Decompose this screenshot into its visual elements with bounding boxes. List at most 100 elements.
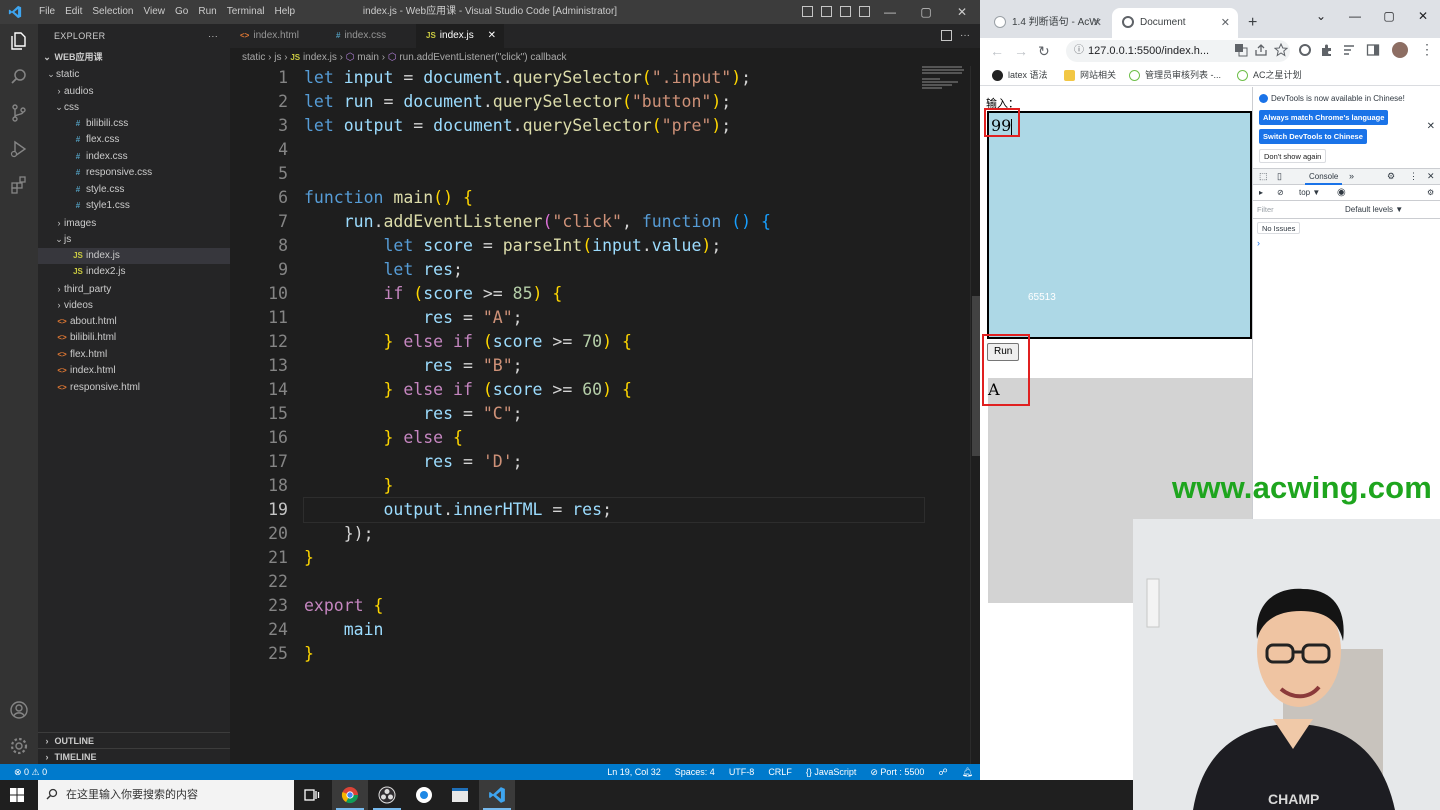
extensions-puzzle-icon[interactable] bbox=[1320, 43, 1334, 57]
more-tabs-icon[interactable]: » bbox=[1349, 171, 1354, 181]
switch-to-chinese-button[interactable]: Switch DevTools to Chinese bbox=[1259, 129, 1367, 144]
close-devtools-icon[interactable]: ✕ bbox=[1427, 171, 1435, 182]
tree-item[interactable]: › images bbox=[38, 215, 230, 232]
settings-gear-icon[interactable] bbox=[8, 735, 30, 757]
problems-indicator[interactable]: ⊗ 0 ⚠ 0 bbox=[14, 764, 47, 780]
toggle-panel-icon[interactable] bbox=[821, 6, 832, 17]
toggle-sidebar-icon[interactable] bbox=[802, 6, 813, 17]
breadcrumb-item[interactable]: static bbox=[242, 52, 265, 63]
menu-view[interactable]: View bbox=[139, 0, 171, 24]
windows-start-icon[interactable] bbox=[10, 788, 24, 802]
vscode-taskbar-icon[interactable] bbox=[479, 780, 515, 810]
log-levels-dropdown[interactable]: Default levels ▼ bbox=[1345, 201, 1403, 219]
minimize-icon[interactable]: — bbox=[872, 0, 908, 24]
tab-console[interactable]: Console bbox=[1305, 169, 1343, 185]
search-icon[interactable] bbox=[8, 66, 30, 88]
tab-index-css[interactable]: # index.css bbox=[326, 24, 416, 48]
app-taskbar-icon[interactable] bbox=[406, 780, 442, 810]
share-icon[interactable] bbox=[1254, 43, 1268, 57]
encoding[interactable]: UTF-8 bbox=[722, 764, 762, 780]
tree-item[interactable]: › third_party bbox=[38, 281, 230, 298]
dont-show-again-button[interactable]: Don't show again bbox=[1259, 149, 1327, 163]
site-info-icon[interactable]: ⓘ bbox=[1074, 40, 1084, 62]
tree-item[interactable]: <> responsive.html bbox=[38, 380, 230, 397]
issues-button[interactable]: No Issues bbox=[1257, 222, 1301, 234]
editor-scrollbar[interactable] bbox=[970, 66, 980, 764]
live-expression-eye-icon[interactable]: ◉ bbox=[1337, 185, 1346, 201]
close-tab-icon[interactable]: ✕ bbox=[1221, 8, 1230, 38]
explorer-icon[interactable] bbox=[8, 30, 30, 52]
live-server-port[interactable]: ⊘ Port : 5500 bbox=[863, 764, 931, 780]
score-textarea[interactable]: 99 bbox=[987, 111, 1252, 339]
tree-item[interactable]: <> index.html bbox=[38, 363, 230, 380]
menu-run[interactable]: Run bbox=[193, 0, 221, 24]
breadcrumb-item[interactable]: run.addEventListener("click") callback bbox=[399, 52, 566, 63]
clear-console-icon[interactable]: ⊘ bbox=[1277, 185, 1284, 201]
bookmark-item[interactable]: latex 语法 bbox=[992, 68, 1048, 82]
outline-section[interactable]: › OUTLINE bbox=[38, 732, 230, 748]
tree-item[interactable]: # bilibili.css bbox=[38, 116, 230, 133]
tree-item[interactable]: # responsive.css bbox=[38, 165, 230, 182]
menu-help[interactable]: Help bbox=[270, 0, 301, 24]
code-editor[interactable]: 1 2 3 4 5 6 7 8 9 10 11 12 13 14 15 16 17 18 19 20 21 22 23 24 2… bbox=[230, 66, 980, 764]
close-icon[interactable]: ✕ bbox=[1406, 0, 1440, 32]
browser-tab-acwing[interactable]: 1.4 判断语句 - AcW ✕ bbox=[984, 8, 1110, 38]
more-actions-icon[interactable]: ··· bbox=[960, 24, 970, 48]
tab-index-js[interactable]: JS index.js ✕ bbox=[416, 24, 504, 48]
more-actions-icon[interactable]: ··· bbox=[208, 24, 218, 48]
always-match-language-button[interactable]: Always match Chrome's language bbox=[1259, 110, 1389, 125]
source-control-icon[interactable] bbox=[8, 102, 30, 124]
tree-item[interactable]: › audios bbox=[38, 83, 230, 100]
tree-item[interactable]: JS index.js bbox=[38, 247, 230, 264]
close-tab-icon[interactable]: ✕ bbox=[1093, 8, 1102, 38]
chrome-menu-icon[interactable]: ⋮ bbox=[1420, 41, 1434, 58]
run-debug-icon[interactable] bbox=[8, 138, 30, 160]
tree-item[interactable]: ⌄js bbox=[38, 231, 230, 248]
notifications-bell-icon[interactable]: 🔔︎ bbox=[955, 764, 980, 780]
browser-tab-document[interactable]: Document ✕ bbox=[1112, 8, 1238, 38]
code-lines[interactable]: let input = document.querySelector(".inp… bbox=[303, 66, 925, 666]
tree-item[interactable]: <> about.html bbox=[38, 314, 230, 331]
side-panel-icon[interactable] bbox=[1366, 43, 1380, 57]
tree-item[interactable]: # index.css bbox=[38, 149, 230, 166]
tree-item[interactable]: # flex.css bbox=[38, 132, 230, 149]
scrollbar-thumb[interactable] bbox=[972, 296, 980, 456]
menu-edit[interactable]: Edit bbox=[60, 0, 87, 24]
tree-item[interactable]: # style.css bbox=[38, 182, 230, 199]
forward-arrow-icon[interactable]: → bbox=[1014, 41, 1028, 61]
cursor-position[interactable]: Ln 19, Col 32 bbox=[600, 764, 668, 780]
inspect-element-icon[interactable]: ⬚ bbox=[1259, 171, 1268, 182]
language-mode[interactable]: {} JavaScript bbox=[799, 764, 864, 780]
new-tab-button[interactable]: + bbox=[1248, 14, 1257, 32]
timeline-section[interactable]: › TIMELINE bbox=[38, 748, 230, 764]
reload-icon[interactable]: ↻ bbox=[1038, 41, 1050, 61]
toggle-secondary-sidebar-icon[interactable] bbox=[840, 6, 851, 17]
feedback-icon[interactable]: ☍ bbox=[931, 764, 954, 780]
account-icon[interactable] bbox=[8, 699, 30, 721]
split-editor-icon[interactable] bbox=[941, 30, 952, 41]
project-folder[interactable]: ⌄ WEB应用课 bbox=[38, 48, 230, 66]
tree-item[interactable]: ⌄css bbox=[38, 99, 230, 116]
translate-icon[interactable] bbox=[1234, 43, 1248, 57]
tree-item[interactable]: <> flex.html bbox=[38, 347, 230, 364]
extension-circle-icon[interactable] bbox=[1298, 43, 1312, 57]
menu-file[interactable]: File bbox=[34, 0, 60, 24]
reading-list-icon[interactable] bbox=[1342, 43, 1356, 57]
bookmark-item[interactable]: 网站相关 bbox=[1064, 68, 1116, 82]
device-toolbar-icon[interactable]: ▯ bbox=[1277, 171, 1282, 182]
sidebar-toggle-icon[interactable]: ▸ bbox=[1259, 185, 1263, 201]
tab-index-html[interactable]: <> index.html bbox=[230, 24, 326, 48]
task-view-icon[interactable] bbox=[294, 780, 330, 810]
context-selector[interactable]: top ▼ bbox=[1299, 185, 1320, 201]
close-tab-icon[interactable]: ✕ bbox=[488, 24, 496, 48]
close-banner-icon[interactable]: ✕ bbox=[1427, 121, 1435, 132]
back-arrow-icon[interactable]: ← bbox=[990, 41, 1004, 61]
tree-item[interactable]: › videos bbox=[38, 297, 230, 314]
close-icon[interactable]: ✕ bbox=[944, 0, 980, 24]
bookmark-item[interactable]: 管理员审核列表 -... bbox=[1129, 68, 1221, 82]
breadcrumb-item[interactable]: js bbox=[274, 52, 281, 63]
bookmark-item[interactable]: AC之星计划 bbox=[1237, 68, 1302, 82]
chrome-taskbar-icon[interactable] bbox=[332, 780, 368, 810]
menu-terminal[interactable]: Terminal bbox=[222, 0, 270, 24]
profile-avatar[interactable] bbox=[1392, 42, 1408, 58]
